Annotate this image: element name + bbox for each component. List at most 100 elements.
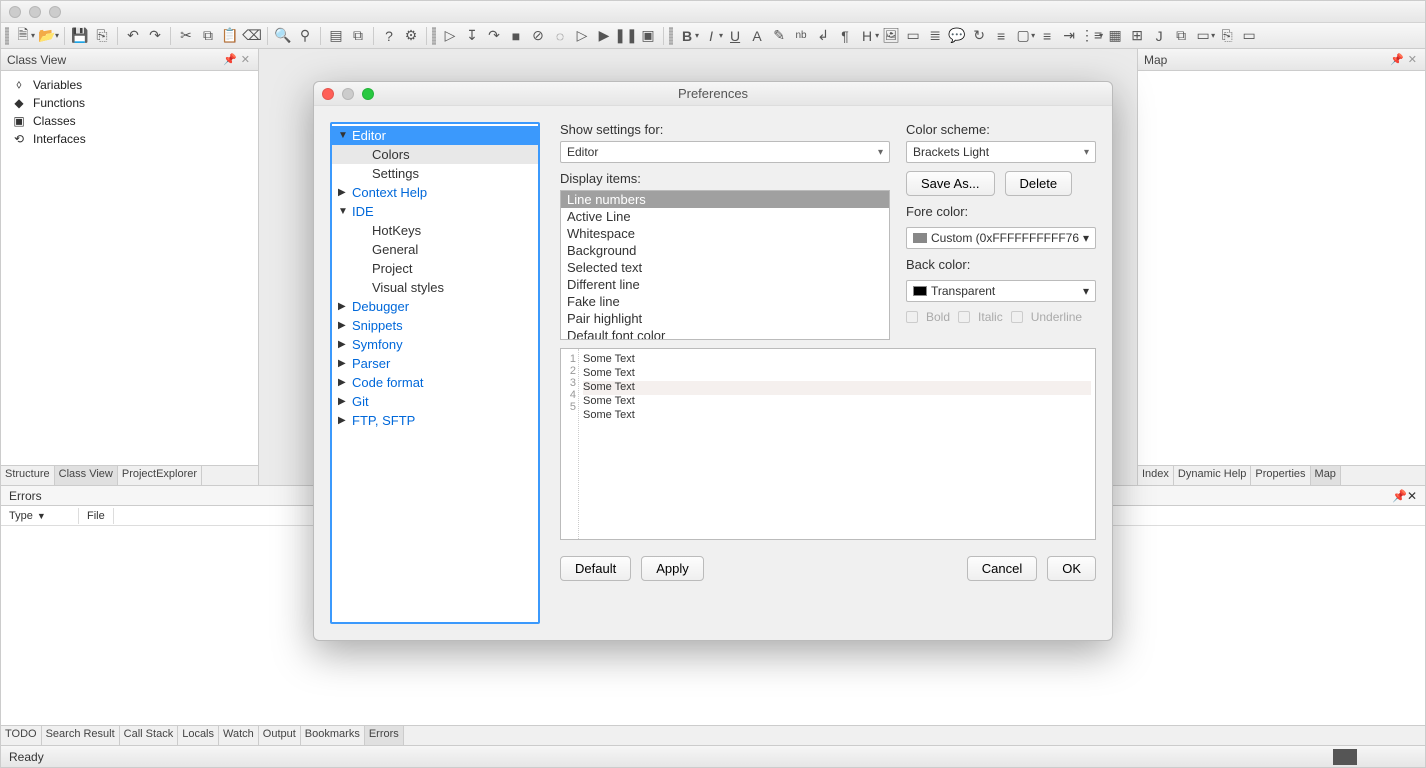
display-item[interactable]: Fake line xyxy=(561,293,889,310)
tab-structure[interactable]: Structure xyxy=(1,466,55,485)
tab-call-stack[interactable]: Call Stack xyxy=(120,726,179,745)
run-icon[interactable]: ▷ xyxy=(440,26,460,46)
class-view-item[interactable]: ▣Classes xyxy=(1,112,258,130)
underline-checkbox[interactable] xyxy=(1011,311,1023,323)
paste-icon[interactable]: 📋 xyxy=(220,26,240,46)
zoom-icon[interactable] xyxy=(49,6,61,18)
display-item[interactable]: Selected text xyxy=(561,259,889,276)
col-file[interactable]: File xyxy=(79,508,114,524)
dialog-minimize-icon[interactable] xyxy=(342,88,354,100)
tab-index[interactable]: Index xyxy=(1138,466,1174,485)
find-in-files-icon[interactable]: ⚲ xyxy=(295,26,315,46)
tree-project[interactable]: Project xyxy=(332,259,538,278)
bold-checkbox[interactable] xyxy=(906,311,918,323)
tab-bookmarks[interactable]: Bookmarks xyxy=(301,726,365,745)
justify-icon[interactable]: ≡ xyxy=(991,26,1011,46)
apply-button[interactable]: Apply xyxy=(641,556,704,581)
dialog-zoom-icon[interactable] xyxy=(362,88,374,100)
tree-ide[interactable]: IDE xyxy=(332,202,538,221)
show-settings-select[interactable]: Editor▾ xyxy=(560,141,890,163)
tree-hotkeys[interactable]: HotKeys xyxy=(332,221,538,240)
highlight-icon[interactable]: ✎ xyxy=(769,26,789,46)
close-panel-icon[interactable]: ✕ xyxy=(1406,53,1419,66)
toolbar-handle[interactable] xyxy=(669,27,673,45)
stop-icon[interactable]: ■ xyxy=(506,26,526,46)
tab-search-result[interactable]: Search Result xyxy=(42,726,120,745)
font-icon[interactable]: A xyxy=(747,26,767,46)
tree-colors[interactable]: Colors xyxy=(332,145,538,164)
display-item[interactable]: Default font color xyxy=(561,327,889,340)
nb-icon[interactable]: nb xyxy=(791,26,811,46)
paragraph-icon[interactable]: ¶ xyxy=(835,26,855,46)
run2-icon[interactable]: ▷ xyxy=(572,26,592,46)
breakpoint-icon[interactable]: ⊘ xyxy=(528,26,548,46)
tree-ftp-sftp[interactable]: FTP, SFTP xyxy=(332,411,538,430)
pin-icon[interactable]: 📌 xyxy=(1392,489,1407,503)
align-icon[interactable]: ≣ xyxy=(925,26,945,46)
delete-icon[interactable]: ⌫ xyxy=(242,26,262,46)
toolbar-handle[interactable] xyxy=(432,27,436,45)
redo-icon[interactable]: ↷ xyxy=(145,26,165,46)
pin-icon[interactable]: 📌 xyxy=(221,53,239,66)
stop2-icon[interactable]: ▣ xyxy=(638,26,658,46)
class-view-item[interactable]: ⟲Interfaces xyxy=(1,130,258,148)
tree-debugger[interactable]: Debugger xyxy=(332,297,538,316)
new-file-icon[interactable]: 🗎 xyxy=(13,26,33,46)
tree-general[interactable]: General xyxy=(332,240,538,259)
tab-dynamic-help[interactable]: Dynamic Help xyxy=(1174,466,1251,485)
heading-icon[interactable]: H xyxy=(857,26,877,46)
display-item[interactable]: Background xyxy=(561,242,889,259)
doc2-icon[interactable]: ⧉ xyxy=(348,26,368,46)
display-items-list[interactable]: Line numbers Active Line Whitespace Back… xyxy=(560,190,890,340)
delete-scheme-button[interactable]: Delete xyxy=(1005,171,1073,196)
tab-properties[interactable]: Properties xyxy=(1251,466,1310,485)
tree-visual-styles[interactable]: Visual styles xyxy=(332,278,538,297)
color-scheme-select[interactable]: Brackets Light▾ xyxy=(906,141,1096,163)
chat-icon[interactable]: 💬 xyxy=(947,26,967,46)
tree-parser[interactable]: Parser xyxy=(332,354,538,373)
dialog-close-icon[interactable] xyxy=(322,88,334,100)
open-folder-icon[interactable]: 📂 xyxy=(37,26,57,46)
grid-icon[interactable]: ⊞ xyxy=(1127,26,1147,46)
settings-icon[interactable]: ⚙ xyxy=(401,26,421,46)
minimize-icon[interactable] xyxy=(29,6,41,18)
pin-icon[interactable]: 📌 xyxy=(1388,53,1406,66)
image-icon[interactable]: 🖼 xyxy=(881,26,901,46)
tree-code-format[interactable]: Code format xyxy=(332,373,538,392)
box-icon[interactable]: ▢ xyxy=(1013,26,1033,46)
ok-button[interactable]: OK xyxy=(1047,556,1096,581)
class-view-item[interactable]: ◆Functions xyxy=(1,94,258,112)
list-icon[interactable]: ≡ xyxy=(1037,26,1057,46)
close-panel-icon[interactable]: ✕ xyxy=(1407,489,1417,503)
find-icon[interactable]: 🔍 xyxy=(273,26,293,46)
display-item[interactable]: Pair highlight xyxy=(561,310,889,327)
form-icon[interactable]: ▭ xyxy=(1193,26,1213,46)
tree-settings[interactable]: Settings xyxy=(332,164,538,183)
col-type[interactable]: Type▼ xyxy=(1,508,79,524)
fore-color-select[interactable]: Custom (0xFFFFFFFFFF76 ▾ xyxy=(906,227,1096,249)
save-as-button[interactable]: Save As... xyxy=(906,171,995,196)
display-item[interactable]: Line numbers xyxy=(561,191,889,208)
display-item[interactable]: Active Line xyxy=(561,208,889,225)
tab-todo[interactable]: TODO xyxy=(1,726,42,745)
video-icon[interactable]: ▭ xyxy=(903,26,923,46)
close-icon[interactable] xyxy=(9,6,21,18)
class-view-item[interactable]: ⬨Variables xyxy=(1,75,258,94)
template-icon[interactable]: ⧉ xyxy=(1171,26,1191,46)
help-icon[interactable]: ? xyxy=(379,26,399,46)
copy-icon[interactable]: ⧉ xyxy=(198,26,218,46)
display-item[interactable]: Different line xyxy=(561,276,889,293)
italic-checkbox[interactable] xyxy=(958,311,970,323)
undo-icon[interactable]: ↶ xyxy=(123,26,143,46)
dialog-titlebar[interactable]: Preferences xyxy=(314,82,1112,106)
tree-git[interactable]: Git xyxy=(332,392,538,411)
play-icon[interactable]: ▶ xyxy=(594,26,614,46)
underline-icon[interactable]: U xyxy=(725,26,745,46)
tree-context-help[interactable]: Context Help xyxy=(332,183,538,202)
save-all-icon[interactable]: ⎘ xyxy=(92,26,112,46)
numlist-icon[interactable]: ⋮≡ xyxy=(1081,26,1101,46)
script-icon[interactable]: J xyxy=(1149,26,1169,46)
link-icon[interactable]: ⎘ xyxy=(1217,26,1237,46)
refresh-icon[interactable]: ↻ xyxy=(969,26,989,46)
preferences-tree[interactable]: Editor Colors Settings Context Help IDE … xyxy=(330,122,540,624)
